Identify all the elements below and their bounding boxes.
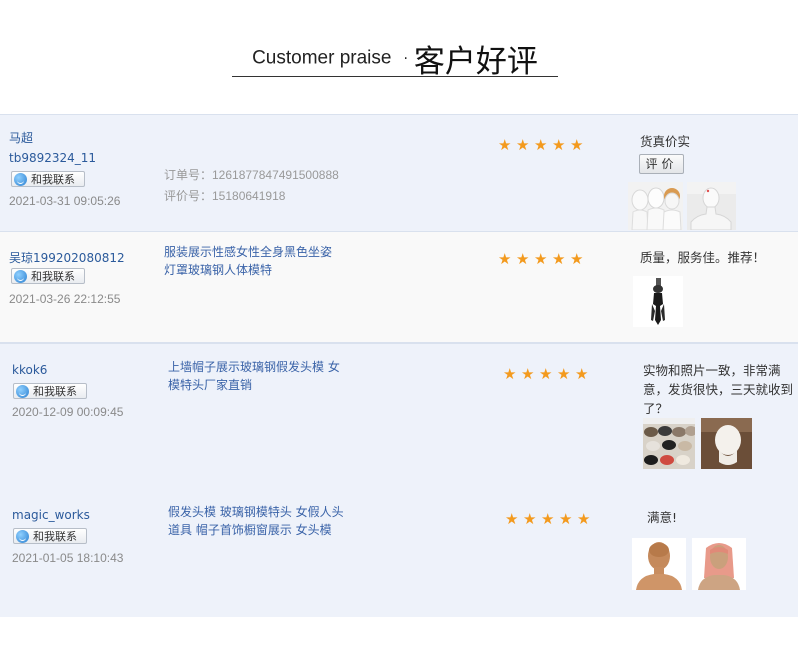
review-photo[interactable] [701, 418, 752, 469]
contact-me-button[interactable]: 和我联系 [13, 383, 87, 399]
section-title: Customer praise · 客户好评 [232, 36, 558, 80]
bald-mannequin-head-photo [632, 538, 686, 590]
review-date: 2021-03-26 22:12:55 [9, 292, 121, 306]
review-photo[interactable] [633, 276, 683, 327]
star-icon: ★ [539, 365, 553, 383]
star-rating: ★ ★ ★ ★ ★ [498, 136, 585, 154]
star-icon: ★ [570, 250, 584, 268]
reviewer-id[interactable]: tb9892324_11 [9, 151, 96, 165]
star-rating: ★ ★ ★ ★ ★ [498, 250, 585, 268]
star-icon: ★ [534, 250, 548, 268]
star-icon: ★ [557, 365, 571, 383]
star-icon: ★ [505, 510, 519, 528]
white-mannequin-bust-photo [687, 182, 736, 230]
star-icon: ★ [577, 510, 591, 528]
review-comment: 质量，服务佳。推荐！ [640, 250, 766, 265]
title-chinese: 客户好评 [413, 44, 538, 80]
review-row: 马超 tb9892324_11 和我联系 2021-03-31 09:05:26… [0, 114, 798, 231]
hat-wall-display-photo [643, 418, 695, 469]
contact-me-button[interactable]: 和我联系 [11, 171, 85, 187]
order-info: 订单号：1261877847491500888 评价号：15180641918 [164, 165, 339, 207]
star-icon: ★ [541, 510, 555, 528]
review-comment: 货真价实 [640, 134, 691, 149]
review-photo[interactable] [687, 182, 736, 230]
star-icon: ★ [516, 136, 530, 154]
star-icon: ★ [498, 136, 512, 154]
review-group: kkok6 和我联系 2020-12-09 00:09:45 上墙帽子展示玻璃钢… [0, 343, 798, 617]
black-mannequin-photo [633, 276, 683, 327]
review-date: 2021-01-05 18:10:43 [12, 551, 124, 565]
star-icon: ★ [521, 365, 535, 383]
review-date: 2020-12-09 00:09:45 [12, 405, 124, 419]
review-date: 2021-03-31 09:05:26 [9, 194, 121, 208]
star-icon: ★ [552, 250, 566, 268]
star-icon: ★ [498, 250, 512, 268]
reviewer-name[interactable]: 吴琼199202080812 [9, 249, 125, 266]
reviewer-name[interactable]: kkok6 [12, 363, 47, 377]
star-icon: ★ [575, 365, 589, 383]
contact-me-label: 和我联系 [31, 173, 75, 186]
review-number: 评价号：15180641918 [164, 189, 286, 203]
star-icon: ★ [534, 136, 548, 154]
product-link[interactable]: 服装展示性感女性全身黑色坐姿灯罩玻璃钢人体模特 [164, 243, 342, 279]
reviewer-name[interactable]: 马超 [9, 129, 33, 146]
white-mannequin-heads-photo [628, 182, 683, 230]
contact-me-label: 和我联系 [31, 270, 75, 283]
review-comment: 实物和照片一致，非常满意，发货很快，三天就收到了？ [643, 363, 794, 416]
star-rating: ★ ★ ★ ★ ★ [503, 365, 590, 383]
chat-face-icon [16, 530, 29, 543]
contact-me-button[interactable]: 和我联系 [13, 528, 87, 544]
page-header: Customer praise · 客户好评 [0, 0, 798, 110]
pink-hair-mannequin-photo [692, 538, 746, 590]
review-row: 吴琼199202080812 和我联系 2021-03-26 22:12:55 … [0, 231, 798, 343]
star-icon: ★ [559, 510, 573, 528]
contact-me-button[interactable]: 和我联系 [11, 268, 85, 284]
star-icon: ★ [516, 250, 530, 268]
star-icon: ★ [503, 365, 517, 383]
rate-button[interactable]: 评价 [639, 154, 684, 174]
star-rating: ★ ★ ★ ★ ★ [505, 510, 592, 528]
order-number: 订单号：1261877847491500888 [164, 168, 339, 182]
chat-face-icon [14, 270, 27, 283]
review-photo[interactable] [692, 538, 746, 590]
review-photo[interactable] [632, 538, 686, 590]
reviewer-name[interactable]: magic_works [12, 508, 90, 522]
review-comment: 满意! [647, 510, 678, 525]
review-photo[interactable] [643, 418, 695, 469]
chat-face-icon [14, 173, 27, 186]
contact-me-label: 和我联系 [33, 385, 77, 398]
chat-face-icon [16, 385, 29, 398]
title-separator: · [403, 50, 408, 67]
star-icon: ★ [570, 136, 584, 154]
product-link[interactable]: 假发头模 玻璃钢模特头 女假人头道具 帽子首饰橱窗展示 女头模 [168, 503, 346, 539]
contact-me-label: 和我联系 [33, 530, 77, 543]
white-head-form-photo [701, 418, 752, 469]
product-link[interactable]: 上墙帽子展示玻璃钢假发头模 女模特头厂家直销 [168, 358, 346, 394]
star-icon: ★ [552, 136, 566, 154]
title-underline [232, 76, 558, 77]
star-icon: ★ [523, 510, 537, 528]
title-english: Customer praise [252, 47, 392, 69]
review-photo[interactable] [628, 182, 683, 230]
